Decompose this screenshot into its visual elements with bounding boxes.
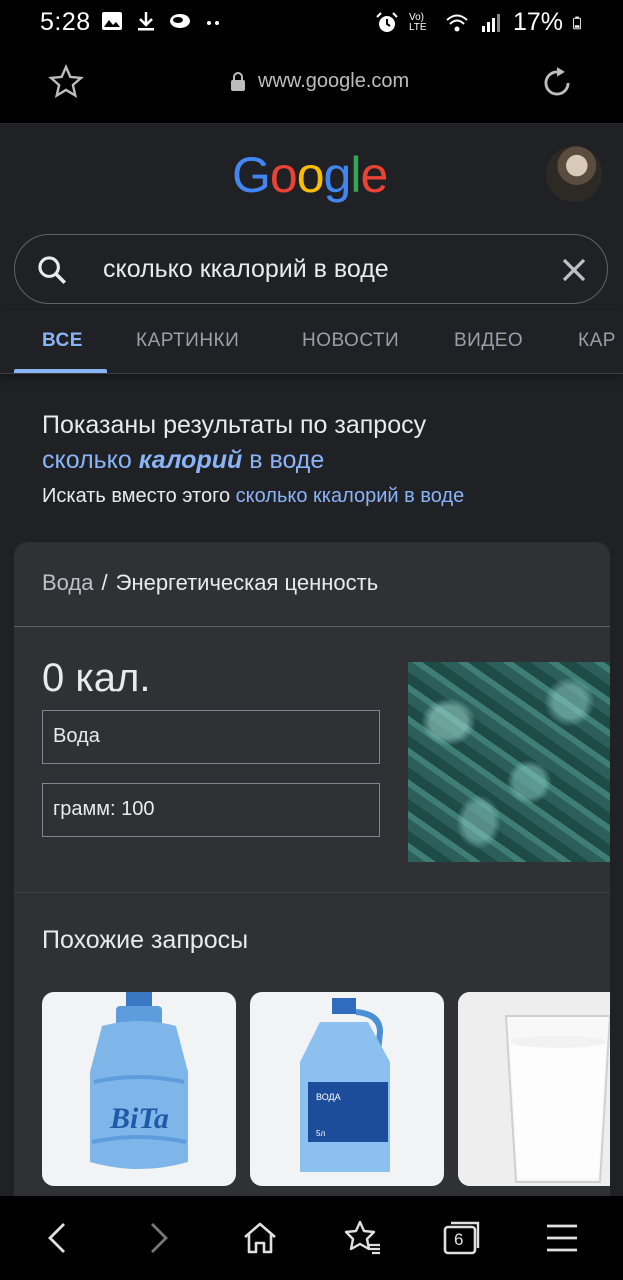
tab-images[interactable]: КАРТИНКИ xyxy=(136,330,239,352)
logo-letter: g xyxy=(323,147,352,203)
original-query-link[interactable]: сколько ккалорий в воде xyxy=(236,485,465,507)
bookmark-star-icon[interactable] xyxy=(48,64,84,100)
search-input[interactable]: сколько ккалорий в воде xyxy=(103,255,389,284)
search-icon[interactable] xyxy=(35,253,69,287)
menu-icon[interactable] xyxy=(542,1218,582,1258)
logo-letter: G xyxy=(232,147,271,203)
related-search-item[interactable]: BiTa xyxy=(42,992,236,1186)
lock-icon xyxy=(231,71,245,91)
status-time: 5:28 xyxy=(40,8,91,36)
corrected-text: сколько xyxy=(42,446,139,474)
status-icons-right: Vo) LTE 17% xyxy=(375,8,587,37)
breadcrumb-parent[interactable]: Вода xyxy=(42,570,94,595)
corrected-query-link[interactable]: сколько калорий в воде xyxy=(42,442,602,478)
volte-badge: Vo) LTE xyxy=(408,11,427,33)
image-notification-icon xyxy=(102,12,122,30)
status-bar: 5:28 Vo) LTE 17% xyxy=(0,0,623,44)
glass-of-milk-image xyxy=(458,992,610,1186)
breadcrumb-separator: / xyxy=(101,570,108,595)
battery-level: 17% xyxy=(512,8,563,36)
tabs-count: 6 xyxy=(454,1230,464,1249)
showing-results-text: Показаны результаты по запросу xyxy=(42,411,427,439)
google-logo[interactable]: Google xyxy=(232,146,388,204)
active-tab-indicator xyxy=(14,369,107,373)
wifi-icon xyxy=(446,14,468,31)
corrected-text: в воде xyxy=(242,446,325,474)
breadcrumb: Вода / Энергетическая ценность xyxy=(42,570,378,596)
reload-icon[interactable] xyxy=(538,64,576,102)
nutrition-card: Вода / Энергетическая ценность 0 кал. Вода… xyxy=(14,542,610,1202)
signal-icon xyxy=(481,13,500,32)
corrected-bold-word: калорий xyxy=(138,446,243,474)
search-tabs: ВСЕ КАРТИНКИ НОВОСТИ ВИДЕО КАР xyxy=(0,310,623,374)
water-cooler-bottle-image: BiTa xyxy=(90,992,188,1169)
download-icon xyxy=(138,12,154,31)
more-notifications-icon xyxy=(207,21,219,25)
tabs-button[interactable]: 6 xyxy=(442,1218,482,1258)
alarm-icon xyxy=(376,11,398,32)
url-text: www.google.com xyxy=(258,70,410,92)
related-search-item[interactable] xyxy=(458,992,610,1186)
browser-address-bar: www.google.com xyxy=(0,44,623,124)
url-field[interactable]: www.google.com xyxy=(230,70,409,93)
bookmarks-icon[interactable] xyxy=(342,1218,382,1258)
logo-letter: o xyxy=(269,147,298,203)
water-jug-image: ВОДА 5л xyxy=(300,998,390,1172)
browser-bottom-nav: 6 xyxy=(0,1196,623,1280)
divider xyxy=(14,626,610,627)
breadcrumb-current: Энергетическая ценность xyxy=(115,570,379,595)
battery-icon xyxy=(573,16,582,29)
water-image[interactable] xyxy=(408,662,610,862)
bottle-brand: BiTa xyxy=(109,1102,169,1135)
food-select[interactable]: Вода xyxy=(42,710,380,764)
back-icon[interactable] xyxy=(38,1218,78,1258)
search-instead-line: Искать вместо этого сколько ккалорий в в… xyxy=(42,478,602,514)
spelling-correction: Показаны результаты по запросу сколько к… xyxy=(42,408,602,514)
logo-letter: e xyxy=(360,147,388,203)
jug-label: ВОДА xyxy=(316,1092,341,1102)
home-icon[interactable] xyxy=(240,1218,280,1258)
tab-video[interactable]: ВИДЕО xyxy=(454,330,523,352)
search-instead-label: Искать вместо этого xyxy=(42,485,236,507)
tab-all[interactable]: ВСЕ xyxy=(42,330,83,352)
close-icon[interactable] xyxy=(559,255,589,285)
forward-icon[interactable] xyxy=(138,1218,178,1258)
tab-news[interactable]: НОВОСТИ xyxy=(302,330,399,352)
app-notification-icon xyxy=(170,14,190,28)
amount-select[interactable]: грамм: 100 xyxy=(42,783,380,837)
jug-volume: 5л xyxy=(316,1129,325,1138)
related-search-item[interactable]: ВОДА 5л xyxy=(250,992,444,1186)
search-box[interactable]: сколько ккалорий в воде xyxy=(14,234,608,304)
calorie-value: 0 кал. xyxy=(42,656,151,700)
logo-letter: o xyxy=(296,147,325,203)
tab-maps[interactable]: КАР xyxy=(578,330,616,352)
logo-letter: l xyxy=(350,147,361,203)
status-icons-left xyxy=(100,10,226,32)
related-searches-title: Похожие запросы xyxy=(42,926,249,954)
account-avatar[interactable] xyxy=(546,146,602,202)
divider xyxy=(14,892,610,893)
